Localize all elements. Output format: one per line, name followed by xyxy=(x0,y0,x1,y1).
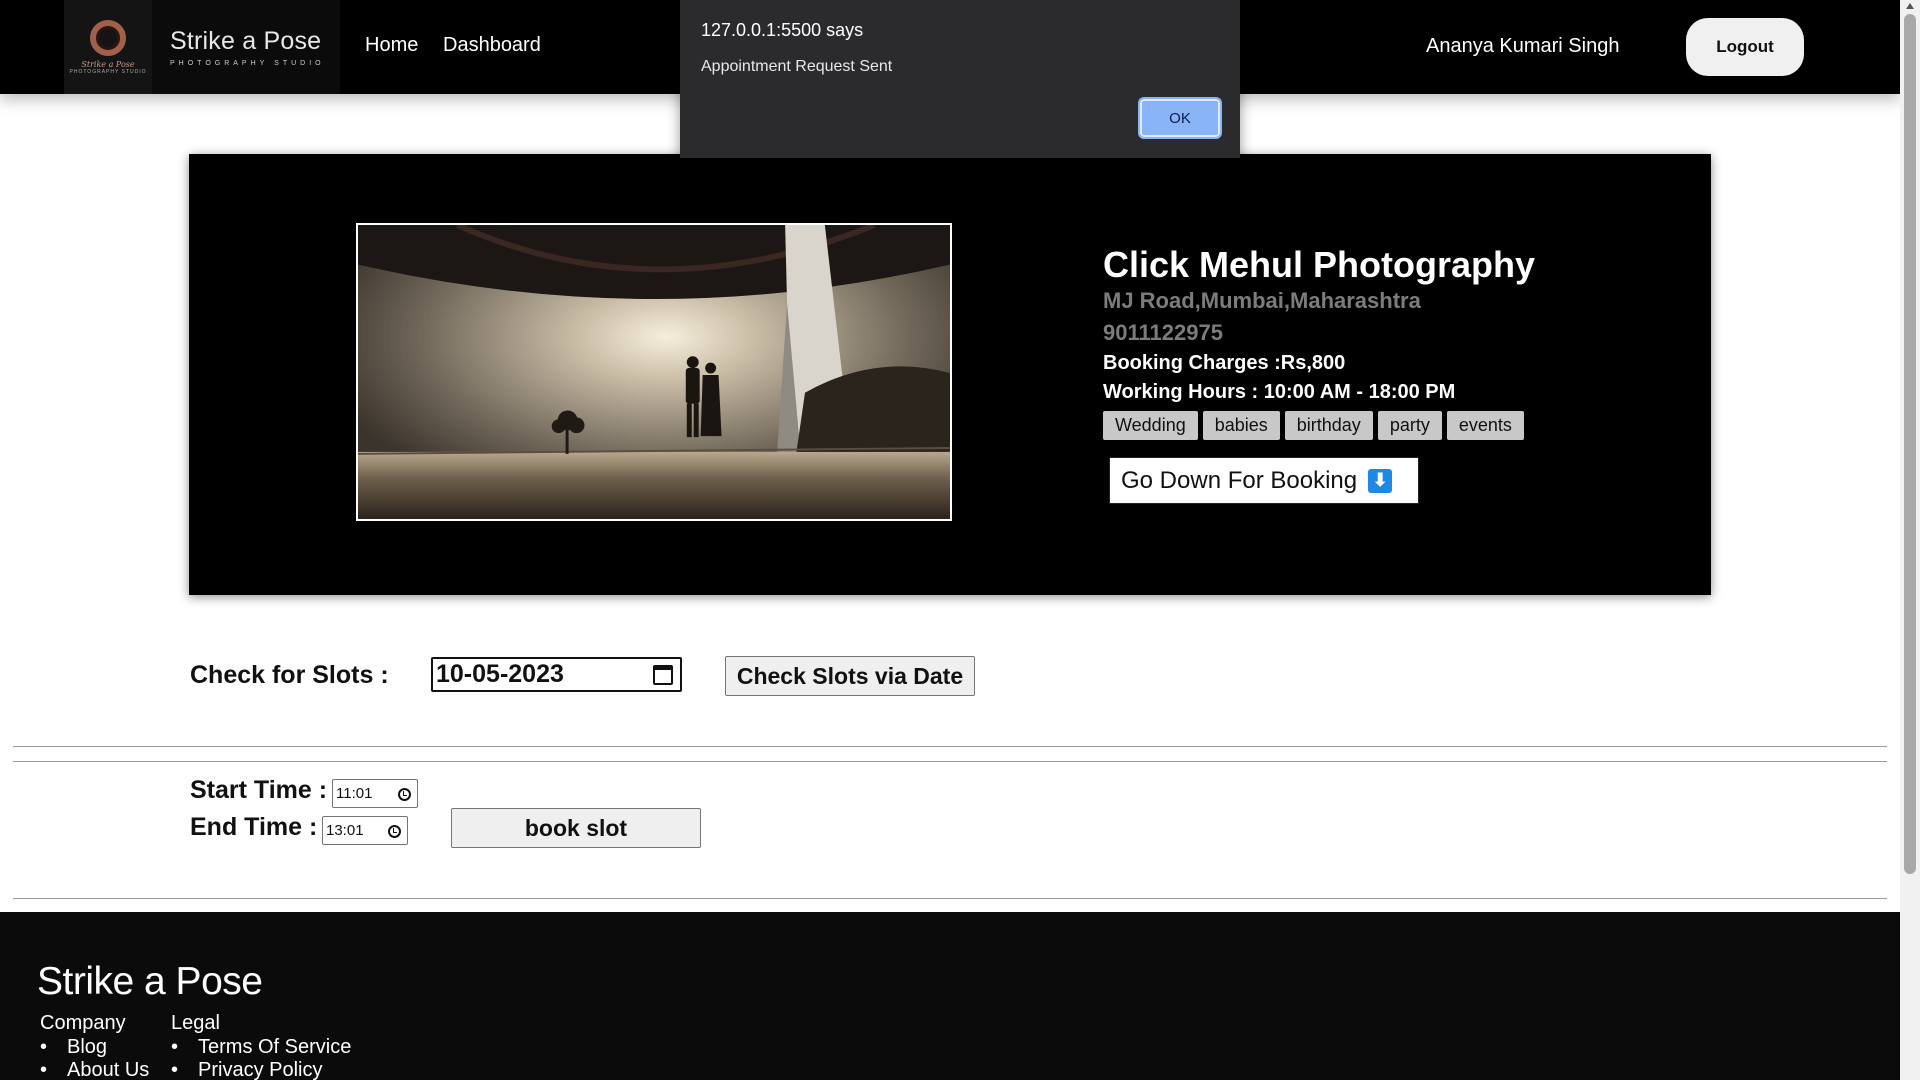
footer-company-column: Company Blog About Us xyxy=(40,1012,149,1080)
alert-message: Appointment Request Sent xyxy=(701,58,893,75)
divider xyxy=(13,898,1887,899)
end-time-input[interactable]: 13:01 xyxy=(322,816,408,845)
tag-events: events xyxy=(1446,411,1524,440)
logout-button[interactable]: Logout xyxy=(1686,18,1804,76)
arrow-down-icon: ⬇ xyxy=(1368,468,1393,493)
tag-party: party xyxy=(1377,411,1442,440)
footer-link-terms[interactable]: Terms Of Service xyxy=(171,1036,351,1059)
start-time-label: Start Time : xyxy=(190,776,328,804)
check-slots-button[interactable]: Check Slots via Date xyxy=(725,656,975,696)
go-down-label: Go Down For Booking xyxy=(1121,466,1358,494)
footer-brand: Strike a Pose xyxy=(37,960,263,1003)
brand-logo[interactable]: Strike a Pose PHOTOGRAPHY STUDIO Strike … xyxy=(64,0,340,94)
studio-hours: Working Hours : 10:00 AM - 18:00 PM xyxy=(1103,381,1456,403)
scroll-up-arrow-icon[interactable] xyxy=(1906,3,1914,9)
alert-ok-button[interactable]: OK xyxy=(1138,97,1222,139)
start-time-value: 11:01 xyxy=(336,785,373,802)
couple-silhouette-photo xyxy=(358,225,950,519)
studio-phone: 9011122975 xyxy=(1103,320,1223,345)
tag-birthday: birthday xyxy=(1284,411,1373,440)
studio-name: Click Mehul Photography xyxy=(1103,244,1536,285)
calendar-icon[interactable] xyxy=(653,665,673,685)
brand-title: Strike a Pose xyxy=(170,27,322,55)
tag-babies: babies xyxy=(1202,411,1280,440)
date-input[interactable]: 10-05-2023 xyxy=(431,657,682,692)
date-value: 10-05-2023 xyxy=(436,660,564,688)
go-down-for-booking-button[interactable]: Go Down For Booking ⬇ xyxy=(1109,457,1419,504)
footer-link-blog[interactable]: Blog xyxy=(40,1036,149,1059)
scroll-thumb[interactable] xyxy=(1904,14,1916,874)
logo-mark-sub: PHOTOGRAPHY STUDIO xyxy=(69,68,147,75)
footer-link-about-us[interactable]: About Us xyxy=(40,1059,149,1080)
start-time-input[interactable]: 11:01 xyxy=(332,779,418,808)
brand-text: Strike a Pose PHOTOGRAPHY STUDIO xyxy=(170,27,325,67)
aperture-ring-icon xyxy=(90,19,126,56)
logo-mark: Strike a Pose PHOTOGRAPHY STUDIO xyxy=(64,0,152,94)
page-scrollbar[interactable] xyxy=(1900,0,1920,1080)
book-slot-button[interactable]: book slot xyxy=(451,808,701,848)
studio-charges: Booking Charges :Rs,800 xyxy=(1103,352,1346,374)
end-time-label: End Time : xyxy=(190,813,318,841)
clock-icon[interactable] xyxy=(398,788,411,801)
brand-subtitle: PHOTOGRAPHY STUDIO xyxy=(170,60,325,67)
nav-dashboard-link[interactable]: Dashboard xyxy=(443,34,541,57)
studio-address: MJ Road,Mumbai,Maharashtra xyxy=(1103,288,1421,313)
end-time-value: 13:01 xyxy=(326,822,364,839)
alert-title: 127.0.0.1:5500 says xyxy=(701,20,864,40)
clock-icon[interactable] xyxy=(388,825,401,838)
check-slots-label: Check for Slots : xyxy=(190,661,389,689)
footer-company-heading: Company xyxy=(40,1012,126,1034)
footer-legal-column: Legal Terms Of Service Privacy Policy xyxy=(171,1012,351,1080)
divider xyxy=(13,746,1887,747)
nav-home-link[interactable]: Home xyxy=(365,34,418,57)
tag-wedding: Wedding xyxy=(1103,411,1198,440)
footer-legal-heading: Legal xyxy=(171,1012,220,1034)
studio-card: Click Mehul Photography MJ Road,Mumbai,M… xyxy=(189,154,1711,595)
footer-link-privacy[interactable]: Privacy Policy xyxy=(171,1059,351,1080)
studio-photo xyxy=(356,223,952,521)
footer: Strike a Pose Company Blog About Us Lega… xyxy=(0,912,1900,1080)
user-name: Ananya Kumari Singh xyxy=(1426,35,1620,57)
category-tags: Wedding babies birthday party events xyxy=(1103,411,1524,440)
logo-mark-text: Strike a Pose xyxy=(81,59,135,69)
divider xyxy=(13,761,1887,762)
alert-dialog: 127.0.0.1:5500 says Appointment Request … xyxy=(680,0,1240,158)
